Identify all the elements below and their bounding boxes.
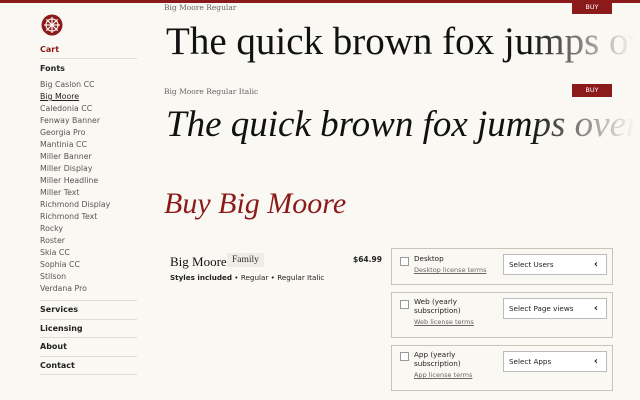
font-link[interactable]: Verdana Pro	[40, 283, 137, 295]
font-link[interactable]: Fenway Banner	[40, 115, 137, 127]
font-link[interactable]: Miller Banner	[40, 151, 137, 163]
font-link[interactable]: Miller Headline	[40, 175, 137, 187]
cart-link[interactable]: Cart	[40, 45, 137, 59]
specimen-text-italic[interactable]: The quick brown fox jumps over	[166, 103, 640, 147]
font-link[interactable]: Miller Text	[40, 187, 137, 199]
font-list: Big Caslon CC Big Moore Caledonia CC Fen…	[40, 79, 137, 295]
product-name: Big Moore	[170, 254, 227, 269]
font-link[interactable]: Big Caslon CC	[40, 79, 137, 91]
license-title: App (yearly subscription)	[414, 350, 461, 368]
family-badge: Family	[227, 253, 264, 267]
specimen-fade	[530, 20, 640, 64]
desktop-checkbox[interactable]	[400, 257, 409, 266]
product-price: $64.99	[353, 255, 382, 264]
license-title: Web (yearly subscription)	[414, 297, 461, 315]
sidebar: Cart Fonts Big Caslon CC Big Moore Caled…	[40, 14, 137, 375]
license-terms-link[interactable]: Desktop license terms	[414, 266, 486, 274]
specimen-fade	[530, 103, 640, 147]
font-link[interactable]: Mantinia CC	[40, 139, 137, 151]
font-link[interactable]: Sophia CC	[40, 259, 137, 271]
users-select[interactable]: Select Users ‹	[503, 254, 607, 275]
specimen-label-regular: Big Moore Regular	[164, 3, 237, 12]
license-app: App (yearly subscription) App license te…	[391, 345, 613, 391]
license-title: Desktop	[414, 254, 444, 263]
chevron-left-icon: ‹	[593, 356, 598, 367]
top-accent-bar	[0, 0, 640, 3]
license-terms-link[interactable]: Web license terms	[414, 318, 474, 326]
nav-services[interactable]: Services	[40, 301, 137, 320]
specimen-label-italic: Big Moore Regular Italic	[164, 87, 259, 96]
chevron-left-icon: ‹	[593, 259, 598, 270]
font-link-active[interactable]: Big Moore	[40, 91, 137, 103]
font-link[interactable]: Roster	[40, 235, 137, 247]
specimen-text-regular[interactable]: The quick brown fox jumps over	[166, 20, 640, 64]
font-link[interactable]: Richmond Text	[40, 211, 137, 223]
license-desktop: Desktop Desktop license terms Select Use…	[391, 248, 613, 285]
license-web: Web (yearly subscription) Web license te…	[391, 292, 613, 338]
fonts-heading[interactable]: Fonts	[40, 64, 137, 73]
nav-contact[interactable]: Contact	[40, 357, 137, 375]
app-checkbox[interactable]	[400, 352, 409, 361]
buy-heading: Buy Big Moore	[164, 187, 347, 220]
nav-licensing[interactable]: Licensing	[40, 320, 137, 338]
font-link[interactable]: Miller Display	[40, 163, 137, 175]
font-link[interactable]: Georgia Pro	[40, 127, 137, 139]
font-link[interactable]: Richmond Display	[40, 199, 137, 211]
pageviews-select[interactable]: Select Page views ‹	[503, 298, 607, 319]
buy-regular-button[interactable]: BUY	[572, 1, 612, 14]
font-link[interactable]: Stilson	[40, 271, 137, 283]
font-link[interactable]: Skia CC	[40, 247, 137, 259]
nav-about[interactable]: About	[40, 338, 137, 357]
sidebar-nav: Services Licensing About Contact	[40, 300, 137, 375]
styles-label: Styles included	[170, 273, 233, 282]
license-terms-link[interactable]: App license terms	[414, 371, 472, 379]
logo-icon[interactable]	[41, 14, 63, 36]
chevron-left-icon: ‹	[593, 303, 598, 314]
web-checkbox[interactable]	[400, 300, 409, 309]
font-link[interactable]: Rocky	[40, 223, 137, 235]
styles-included: Styles included • Regular • Regular Ital…	[170, 273, 325, 282]
font-link[interactable]: Caledonia CC	[40, 103, 137, 115]
apps-select[interactable]: Select Apps ‹	[503, 351, 607, 372]
styles-list: Regular • Regular Italic	[240, 273, 325, 282]
buy-italic-button[interactable]: BUY	[572, 84, 612, 97]
